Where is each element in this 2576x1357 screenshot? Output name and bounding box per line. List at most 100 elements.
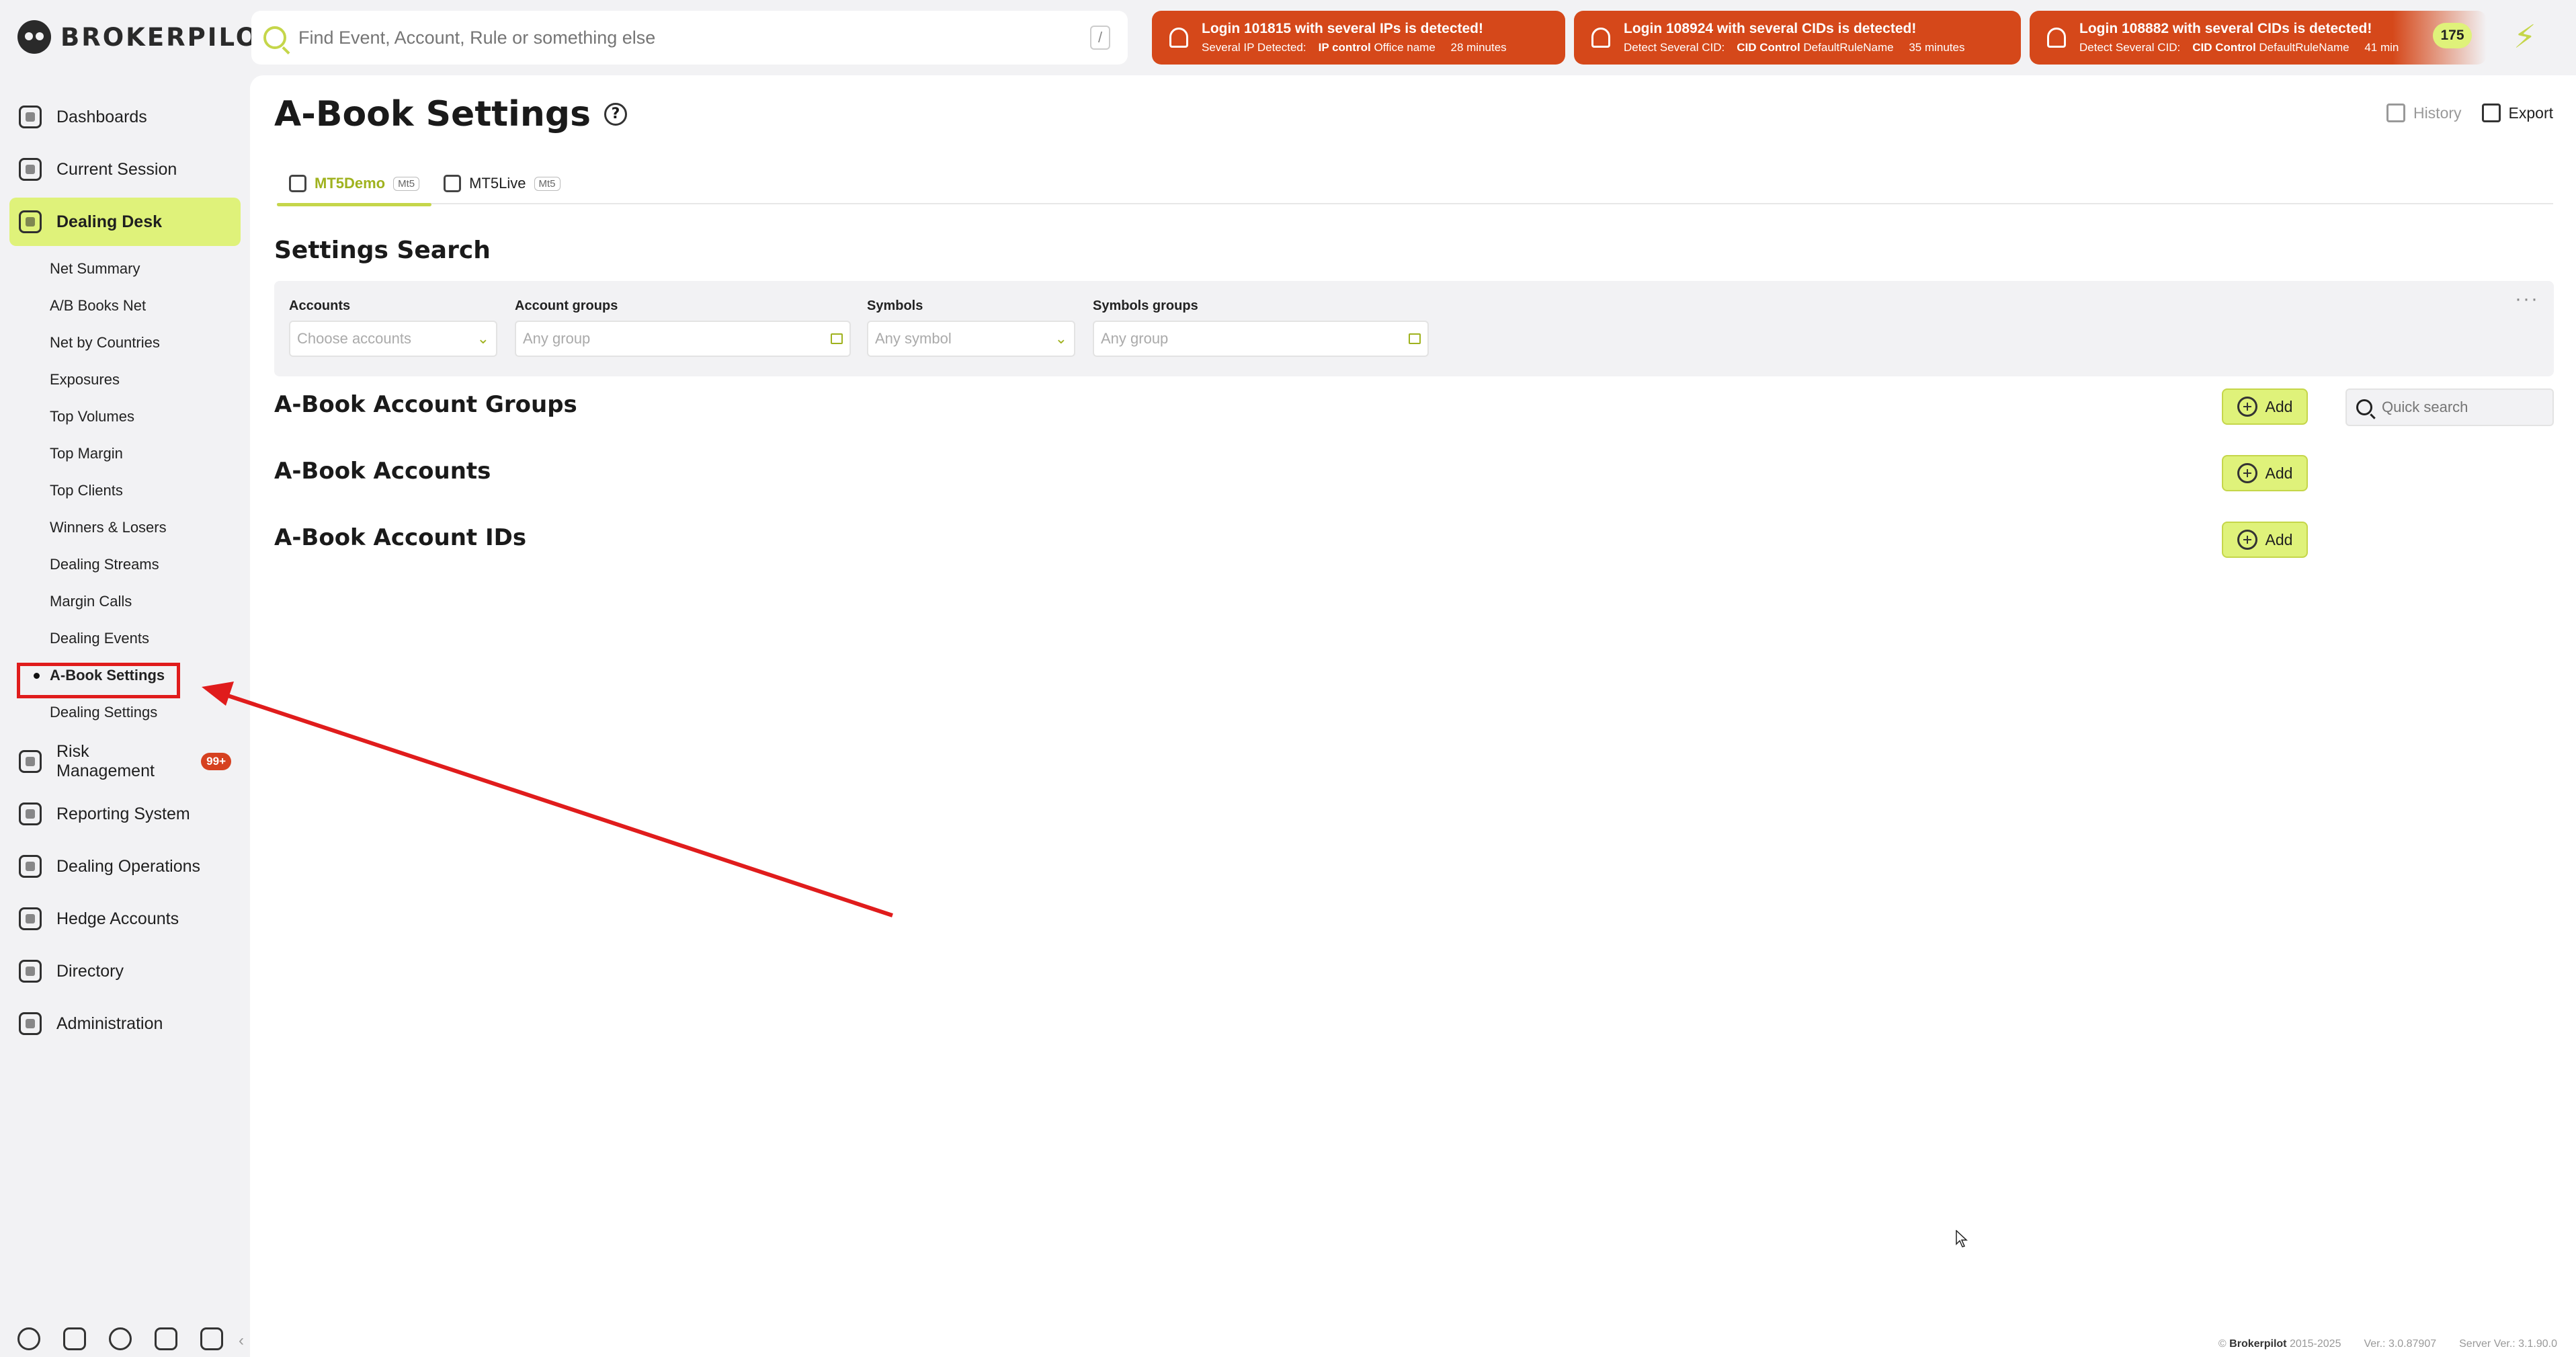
select-placeholder: Any symbol [875, 330, 952, 347]
a-book-account-ids-title: A-Book Account IDs [274, 524, 527, 551]
alert-rule: DefaultRuleName [1803, 41, 1894, 54]
alert-detail-value: IP control [1318, 41, 1371, 54]
subnav-item[interactable]: Margin Calls [9, 583, 241, 620]
sound-off-icon[interactable] [155, 1327, 177, 1350]
collapse-sidebar-icon[interactable]: ‹ [233, 1327, 250, 1354]
nav-item-risk-management[interactable]: Risk Management 99+ [9, 737, 241, 786]
symbols-groups-filter: Symbols groups Any group [1093, 298, 1429, 357]
folder-icon [1409, 333, 1421, 344]
mouse-cursor-icon [1956, 1230, 1968, 1247]
quick-search-input[interactable] [2382, 399, 2543, 416]
select-placeholder: Choose accounts [297, 330, 411, 347]
nav-label: Current Session [56, 159, 177, 179]
client-version: Ver.: 3.0.87907 [2364, 1338, 2437, 1350]
chevron-down-icon: ⌄ [1054, 330, 1067, 347]
report-icon [19, 803, 42, 825]
subnav-item[interactable]: Dealing Settings [9, 694, 241, 731]
add-account-button[interactable]: Add [2222, 455, 2308, 491]
server-icon [289, 175, 306, 192]
nav-item-dealing-operations[interactable]: Dealing Operations [9, 842, 241, 891]
filter-label: Accounts [289, 298, 351, 313]
lightning-icon[interactable]: ⚡ [2513, 20, 2538, 55]
history-button[interactable]: History [2386, 104, 2462, 122]
footer: © Brokerpilot 2015-2025 Ver.: 3.0.87907 … [2218, 1338, 2557, 1350]
add-label: Add [2265, 397, 2293, 415]
subnav-item[interactable]: Dealing Events [9, 620, 241, 657]
bell-icon [1591, 28, 1610, 48]
alert-card[interactable]: Login 108924 with several CIDs is detect… [1574, 11, 2021, 65]
add-account-id-button[interactable]: Add [2222, 522, 2308, 558]
copyright: © Brokerpilot 2015-2025 [2218, 1338, 2341, 1350]
alert-detail-label: Detect Several CID: [1624, 41, 1725, 54]
archive-icon [2386, 104, 2405, 122]
plus-circle-icon [2237, 530, 2257, 550]
logout-icon[interactable] [200, 1327, 223, 1350]
symbols-filter: Symbols Any symbol ⌄ [867, 298, 1075, 357]
monitor-icon[interactable] [63, 1327, 86, 1350]
export-icon [2481, 104, 2501, 122]
copyright-years: 2015-2025 [2289, 1338, 2341, 1350]
search-icon [263, 26, 286, 49]
nav-item-administration[interactable]: Administration [9, 999, 241, 1048]
bell-icon [1169, 28, 1188, 48]
symbols-groups-select[interactable]: Any group [1093, 321, 1429, 357]
gear-icon[interactable] [17, 1327, 40, 1350]
plus-circle-icon [2237, 397, 2257, 417]
nav-item-directory[interactable]: Directory [9, 947, 241, 995]
subnav-item[interactable]: Net by Countries [9, 324, 241, 361]
calendar-icon [19, 855, 42, 878]
symbols-select[interactable]: Any symbol ⌄ [867, 321, 1075, 357]
tab-label: MT5Demo [315, 175, 386, 192]
quick-search[interactable] [2345, 388, 2554, 426]
directory-icon [19, 960, 42, 983]
brokerpilot-logo-icon [17, 20, 51, 54]
subnav-item[interactable]: Top Clients [9, 472, 241, 509]
nav-item-dashboards[interactable]: Dashboards [9, 93, 241, 141]
dashboard-icon [19, 106, 42, 128]
subnav-item[interactable]: Top Volumes [9, 398, 241, 435]
nav-item-current-session[interactable]: Current Session [9, 145, 241, 194]
select-placeholder: Any group [523, 330, 591, 347]
alert-detail-label: Detect Several CID: [2079, 41, 2181, 54]
dealing-desk-icon [19, 210, 42, 233]
global-search[interactable]: / [251, 11, 1128, 65]
alert-count-badge[interactable]: 175 [2433, 23, 2472, 48]
nav-item-reporting-system[interactable]: Reporting System [9, 790, 241, 838]
server-icon [444, 175, 462, 192]
select-placeholder: Any group [1101, 330, 1169, 347]
history-label: History [2413, 104, 2462, 122]
page-actions: History Export [2386, 104, 2553, 122]
alert-rule: Office name [1374, 41, 1436, 54]
accounts-select[interactable]: Choose accounts ⌄ [289, 321, 497, 357]
copyright-brand: Brokerpilot [2229, 1338, 2287, 1350]
add-account-group-button[interactable]: Add [2222, 388, 2308, 425]
subnav-item[interactable]: Winners & Losers [9, 509, 241, 546]
subnav-item[interactable]: A/B Books Net [9, 287, 241, 324]
alert-time: 28 minutes [1450, 41, 1507, 54]
more-options-icon[interactable]: ··· [2515, 288, 2539, 311]
export-button[interactable]: Export [2481, 104, 2553, 122]
nav-item-dealing-desk[interactable]: Dealing Desk [9, 198, 241, 246]
alert-card[interactable]: Login 101815 with several IPs is detecte… [1152, 11, 1565, 65]
moon-icon[interactable] [109, 1327, 132, 1350]
logo[interactable]: BROKERPILOT [17, 20, 278, 54]
subnav-item[interactable]: Net Summary [9, 250, 241, 287]
subnav-item[interactable]: Dealing Streams [9, 546, 241, 583]
sidebar-tools [17, 1327, 223, 1350]
help-icon[interactable]: ? [604, 103, 628, 126]
tab-mt5live[interactable]: MT5Live Mt5 [431, 163, 572, 204]
account-groups-select[interactable]: Any group [515, 321, 851, 357]
add-label: Add [2265, 530, 2293, 548]
search-icon [2356, 399, 2372, 415]
nav-label: Reporting System [56, 804, 190, 823]
search-input[interactable] [298, 27, 1090, 48]
main-nav: Dashboards Current Session Dealing Desk … [9, 93, 241, 1052]
server-version: Server Ver.: 3.1.90.0 [2459, 1338, 2557, 1350]
subnav-item[interactable]: Top Margin [9, 435, 241, 472]
add-label: Add [2265, 464, 2293, 482]
subnav-item[interactable]: Exposures [9, 361, 241, 398]
server-tabs: MT5Demo Mt5 MT5Live Mt5 [277, 163, 2553, 206]
alert-detail-label: Several IP Detected: [1202, 41, 1306, 54]
nav-item-hedge-accounts[interactable]: Hedge Accounts [9, 895, 241, 943]
tab-mt5demo[interactable]: MT5Demo Mt5 [277, 163, 432, 206]
